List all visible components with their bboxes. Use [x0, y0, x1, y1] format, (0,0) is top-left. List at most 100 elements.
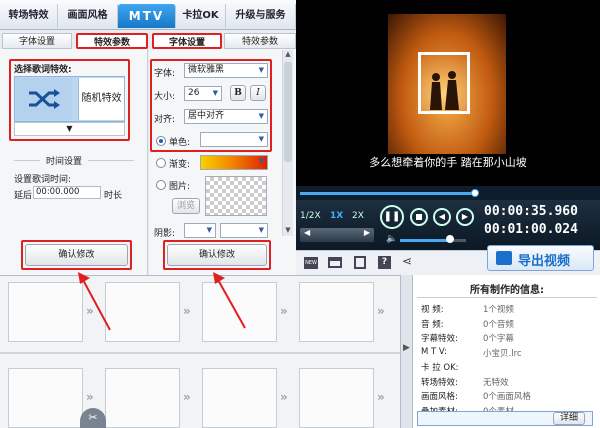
open-folder-icon[interactable]: [328, 257, 342, 268]
volume-track[interactable]: [400, 239, 466, 242]
transition-arrow-icon[interactable]: »: [183, 390, 191, 404]
align-label: 对齐:: [154, 115, 176, 125]
tab-style[interactable]: 画面风格: [58, 4, 118, 28]
time-settings-title: 时间设置: [40, 154, 89, 167]
info-value: 0个画面风格: [483, 392, 531, 402]
delay-input[interactable]: 00:00.000: [33, 186, 101, 199]
transition-arrow-icon[interactable]: »: [377, 390, 385, 404]
speed-1x-button[interactable]: 1X: [330, 208, 346, 224]
image-label: 图片:: [169, 182, 191, 192]
volume-handle[interactable]: [445, 235, 454, 243]
image-radio[interactable]: [156, 180, 166, 190]
timeline-slot[interactable]: [202, 368, 277, 428]
info-key: 画面风格:: [421, 392, 458, 402]
info-row: 音 频: 0个音频: [421, 318, 596, 331]
font-panel-scrollbar[interactable]: ▲ ▼: [282, 50, 293, 236]
transition-arrow-icon[interactable]: »: [86, 390, 94, 404]
bold-button[interactable]: B: [230, 85, 246, 101]
timeline-slot[interactable]: [105, 368, 180, 428]
browse-button[interactable]: 浏览: [172, 198, 200, 214]
image-preview: [205, 176, 267, 216]
scroll-thumb[interactable]: [284, 62, 292, 162]
shadow-color-select[interactable]: ▼: [220, 223, 268, 238]
transition-arrow-icon[interactable]: »: [280, 390, 288, 404]
left-tab-effect-params[interactable]: 特效参数: [76, 33, 148, 49]
effect-dropdown[interactable]: ▼: [14, 122, 125, 136]
single-color-radio[interactable]: [156, 136, 166, 146]
scroll-down-icon[interactable]: ▼: [284, 226, 292, 236]
export-label: 导出视频: [518, 254, 571, 269]
pause-icon[interactable]: ❚❚: [380, 205, 404, 229]
font-select[interactable]: 微软雅黑 ▼: [184, 63, 268, 78]
chevron-down-icon: ▼: [258, 112, 264, 120]
effect-label: 选择歌词特效:: [14, 65, 72, 75]
shadow-select[interactable]: ▼: [184, 223, 216, 238]
frame-step-bar[interactable]: ◀ ▶: [300, 228, 374, 242]
timeline-slot[interactable]: [8, 368, 83, 428]
confirm-left-button[interactable]: 确认修改: [25, 244, 128, 266]
italic-button[interactable]: I: [250, 85, 266, 101]
mid-tab-font-settings[interactable]: 字体设置: [152, 33, 222, 49]
next-icon[interactable]: ▶: [456, 208, 474, 226]
top-tab-bar: 转场特效 画面风格 MTV 卡拉OK 升级与服务: [0, 0, 296, 30]
tab-mtv[interactable]: MTV: [118, 4, 176, 28]
scissors-icon[interactable]: ✂: [80, 408, 106, 428]
gradient-radio[interactable]: [156, 158, 166, 168]
gradient-swatch[interactable]: ▼: [200, 155, 268, 170]
font-value: 微软雅黑: [188, 65, 225, 75]
info-key: M T V:: [421, 346, 447, 357]
save-icon[interactable]: [354, 256, 366, 269]
chevron-right-icon[interactable]: ▶: [403, 343, 410, 353]
annotation-arrow-left: [78, 272, 111, 331]
single-color-select[interactable]: ▼: [200, 132, 268, 147]
share-icon[interactable]: ⋖: [402, 254, 416, 270]
gradient-label: 渐变:: [169, 160, 191, 170]
step-forward-icon[interactable]: ▶: [364, 228, 370, 237]
prev-icon[interactable]: ◀: [433, 208, 451, 226]
timeline-slot[interactable]: [299, 368, 374, 428]
info-key: 转场特效:: [421, 377, 458, 388]
info-value: 1个视频: [483, 305, 514, 315]
volume-icon[interactable]: 🔈: [386, 234, 397, 244]
info-row: 转场特效: 无特效: [421, 376, 596, 389]
info-key: 音 频:: [421, 319, 444, 330]
photo-frame: [418, 52, 470, 114]
time-total: 00:01:00.024: [484, 222, 578, 237]
seek-bar[interactable]: [296, 186, 600, 200]
speed-half-button[interactable]: 1/2X: [300, 208, 322, 224]
chevron-down-icon: ▼: [212, 89, 218, 97]
help-icon[interactable]: ?: [378, 256, 391, 269]
export-video-button[interactable]: 导出视频: [487, 245, 594, 271]
info-title: 所有制作的信息:: [470, 285, 544, 296]
speed-2x-button[interactable]: 2X: [352, 208, 368, 224]
tab-upgrade[interactable]: 升级与服务: [226, 4, 296, 28]
transition-arrow-icon[interactable]: »: [183, 304, 191, 318]
step-back-icon[interactable]: ◀: [304, 228, 310, 237]
info-row: M T V: 小宝贝.lrc: [421, 347, 596, 360]
size-select[interactable]: 26 ▼: [184, 86, 222, 101]
export-icon: [496, 251, 512, 265]
stop-icon[interactable]: [410, 208, 428, 226]
align-select[interactable]: 居中对齐 ▼: [184, 109, 268, 124]
volume-level: [400, 239, 450, 242]
collapse-handle[interactable]: ▶: [400, 275, 412, 428]
effect-name[interactable]: 随机特效: [78, 78, 124, 120]
left-tab-font-settings[interactable]: 字体设置: [2, 33, 72, 49]
duration-label: 时长: [104, 191, 123, 201]
transition-arrow-icon[interactable]: »: [280, 304, 288, 318]
scroll-up-icon[interactable]: ▲: [284, 50, 292, 60]
info-value: 0个字幕: [483, 334, 514, 344]
seek-handle[interactable]: [471, 189, 480, 197]
detail-button[interactable]: 详细: [553, 412, 585, 425]
transition-arrow-icon[interactable]: »: [377, 304, 385, 318]
tab-transition[interactable]: 转场特效: [0, 4, 58, 28]
chevron-down-icon: ▼: [206, 226, 212, 234]
timeline-slot[interactable]: [299, 282, 374, 342]
shuffle-icon[interactable]: [16, 78, 72, 120]
tab-karaoke[interactable]: 卡拉OK: [176, 4, 226, 28]
chevron-down-icon: ▼: [258, 66, 264, 74]
video-frame: [388, 14, 506, 154]
mid-tab-effect-params[interactable]: 特效参数: [224, 33, 296, 49]
new-icon[interactable]: NEW: [304, 257, 318, 269]
confirm-right-button[interactable]: 确认修改: [167, 244, 267, 266]
